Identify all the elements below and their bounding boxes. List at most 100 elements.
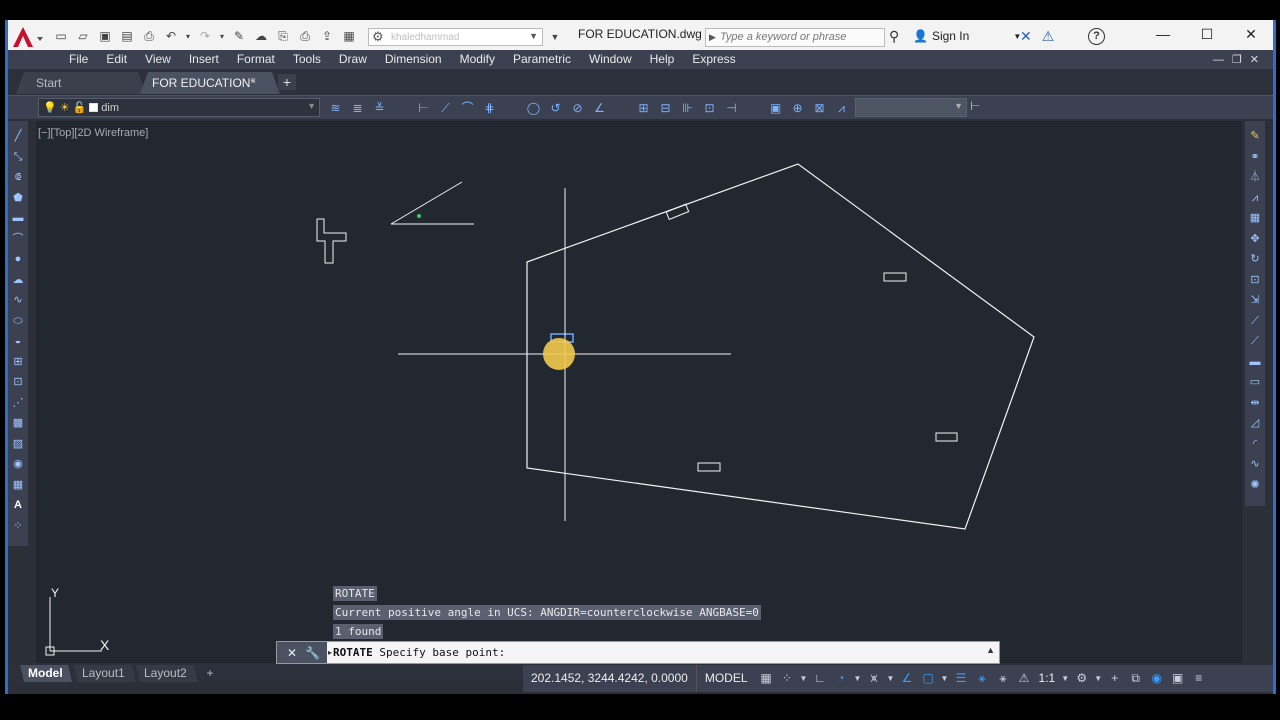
arc-length-icon[interactable]: ⌒	[458, 99, 477, 117]
save-icon[interactable]: ▣	[96, 27, 114, 45]
layer-dropdown[interactable]: 💡 ☀ 🔓 dim ▼	[38, 98, 320, 117]
annotation-visibility-icon[interactable]: ⚹	[972, 665, 993, 692]
binoculars-search-icon[interactable]: ⚲	[889, 28, 899, 45]
lineweight-icon[interactable]: ☰	[951, 665, 972, 692]
ortho-icon[interactable]: ∟	[810, 665, 831, 692]
layer-properties-icon[interactable]: ≋	[326, 99, 345, 117]
dimension-break-icon[interactable]: ⊣	[722, 99, 741, 117]
viewport-controls[interactable]: [−][Top][2D Wireframe]	[38, 127, 148, 139]
chevron-down-icon[interactable]: ▼	[1059, 665, 1071, 692]
rotate-icon[interactable]: ↻	[1247, 250, 1263, 269]
coordinate-display[interactable]: 202.1452, 3244.4242, 0.0000	[523, 665, 697, 692]
tab-start[interactable]: Start	[16, 72, 146, 94]
publish-icon[interactable]: ⎘	[274, 27, 292, 45]
restore-icon[interactable]: ❐	[1232, 53, 1242, 66]
break-icon[interactable]: ▭	[1247, 373, 1263, 392]
center-mark-icon[interactable]: ⊕	[788, 99, 807, 117]
redo-dropdown-icon[interactable]: ▾	[218, 27, 226, 45]
baseline-dimension-icon[interactable]: ⊟	[656, 99, 675, 117]
mirror-icon[interactable]: ⏃	[1247, 168, 1263, 187]
gradient-icon[interactable]: ▨	[10, 435, 26, 454]
add-icon[interactable]: +	[1104, 665, 1125, 692]
fillet-icon[interactable]: ◜	[1247, 435, 1263, 454]
customization-icon[interactable]: ≡	[1188, 665, 1209, 692]
radius-dimension-icon[interactable]: ◯	[524, 99, 543, 117]
region-icon[interactable]: ◉	[10, 455, 26, 474]
polygon-icon[interactable]: ⬟	[10, 189, 26, 208]
save-as-icon[interactable]: ▤	[118, 27, 136, 45]
explode-icon[interactable]: ✺	[1247, 476, 1263, 495]
close-icon[interactable]: ✕	[1250, 53, 1259, 66]
isolate-objects-icon[interactable]: ⧉	[1125, 665, 1146, 692]
aligned-dimension-icon[interactable]: ⟋	[436, 99, 455, 117]
array-icon[interactable]: ▦	[1247, 209, 1263, 228]
line-icon[interactable]: ╱	[10, 127, 26, 146]
help-icon[interactable]: ?	[1088, 28, 1105, 45]
offset-icon[interactable]: ⩘	[1247, 189, 1263, 208]
layout-icon[interactable]: ▦	[340, 27, 358, 45]
search-input[interactable]: ▶ Type a keyword or phrase	[705, 28, 885, 47]
tolerance-icon[interactable]: ▣	[766, 99, 785, 117]
command-line[interactable]: ✕ 🔧 ▸ ROTATE Specify base point: ▲	[276, 641, 1000, 664]
make-block-icon[interactable]: ⊡	[10, 373, 26, 392]
polyline-icon[interactable]: ⟃	[10, 168, 26, 187]
grid-icon[interactable]: ▦	[756, 665, 777, 692]
menu-format[interactable]: Format	[228, 50, 284, 69]
angle-line-sloped[interactable]	[390, 181, 463, 225]
polygon-outline[interactable]	[526, 163, 1035, 530]
menu-window[interactable]: Window	[580, 50, 641, 69]
multiline-text-icon[interactable]: A	[10, 496, 26, 515]
layer-previous-icon[interactable]: ≚	[370, 99, 389, 117]
dimension-style-manager-icon[interactable]: ⊢	[970, 99, 980, 113]
angular-dimension-icon[interactable]: ∠	[590, 99, 609, 117]
share-icon[interactable]: ⇪	[318, 27, 336, 45]
menu-help[interactable]: Help	[641, 50, 684, 69]
command-history-toggle-icon[interactable]: ▲	[986, 645, 995, 655]
workspace-switching-gear-icon[interactable]: ⚙	[1071, 665, 1092, 692]
arc-icon[interactable]: ⌒	[10, 230, 26, 249]
make-current-icon[interactable]: ≣	[348, 99, 367, 117]
stretch-icon[interactable]: ⇲	[1247, 291, 1263, 310]
rectangle-icon[interactable]: ▬	[10, 209, 26, 228]
wrench-icon[interactable]: 🔧	[305, 646, 320, 660]
blend-curves-icon[interactable]: ∿	[1247, 455, 1263, 474]
trim-icon[interactable]: ⟋	[1247, 312, 1263, 331]
chamfer-icon[interactable]: ◿	[1247, 414, 1263, 433]
window-block[interactable]	[665, 203, 690, 221]
tab-document[interactable]: FOR EDUCATION*	[140, 72, 280, 94]
circle-icon[interactable]: ●	[10, 250, 26, 269]
print-icon[interactable]: ⎙	[140, 27, 158, 45]
undo-icon[interactable]: ↶	[162, 27, 180, 45]
tab-layout1[interactable]: Layout1	[74, 665, 136, 682]
diameter-dimension-icon[interactable]: ⊘	[568, 99, 587, 117]
minimize-icon[interactable]: —	[1141, 20, 1185, 48]
chevron-down-icon[interactable]: ▼	[798, 665, 810, 692]
tab-model[interactable]: Model	[20, 665, 72, 682]
minimize-icon[interactable]: —	[1213, 54, 1224, 66]
new-tab-button[interactable]: +	[278, 74, 296, 90]
undo-dropdown-icon[interactable]: ▾	[184, 27, 192, 45]
new-file-icon[interactable]: ▭	[52, 27, 70, 45]
object-snap-icon[interactable]: ▢	[918, 665, 939, 692]
object-snap-tracking-icon[interactable]: ∠	[897, 665, 918, 692]
continue-dimension-icon[interactable]: ⊪	[678, 99, 697, 117]
linear-dimension-icon[interactable]: ⊢	[414, 99, 433, 117]
clean-screen-icon[interactable]: ▣	[1167, 665, 1188, 692]
hatch-icon[interactable]: ▩	[10, 414, 26, 433]
chevron-down-icon[interactable]: ▼	[885, 665, 897, 692]
match-properties-icon[interactable]: ✎	[230, 27, 248, 45]
erase-icon[interactable]: ✎	[1247, 127, 1263, 146]
add-selected-icon[interactable]: ⁘	[10, 517, 26, 536]
snap-mode-icon[interactable]: ⁘	[777, 665, 798, 692]
menu-file[interactable]: File	[60, 50, 97, 69]
menu-tools[interactable]: Tools	[284, 50, 330, 69]
close-icon[interactable]: ✕	[1229, 20, 1273, 48]
menu-insert[interactable]: Insert	[180, 50, 228, 69]
chevron-down-icon[interactable]: ▼	[939, 665, 951, 692]
spline-icon[interactable]: ∿	[10, 291, 26, 310]
drawing-canvas[interactable]	[36, 121, 1242, 663]
add-layout-button[interactable]: +	[201, 665, 219, 682]
table-icon[interactable]: ▦	[10, 476, 26, 495]
window-block[interactable]	[935, 432, 958, 442]
menu-modify[interactable]: Modify	[451, 50, 504, 69]
